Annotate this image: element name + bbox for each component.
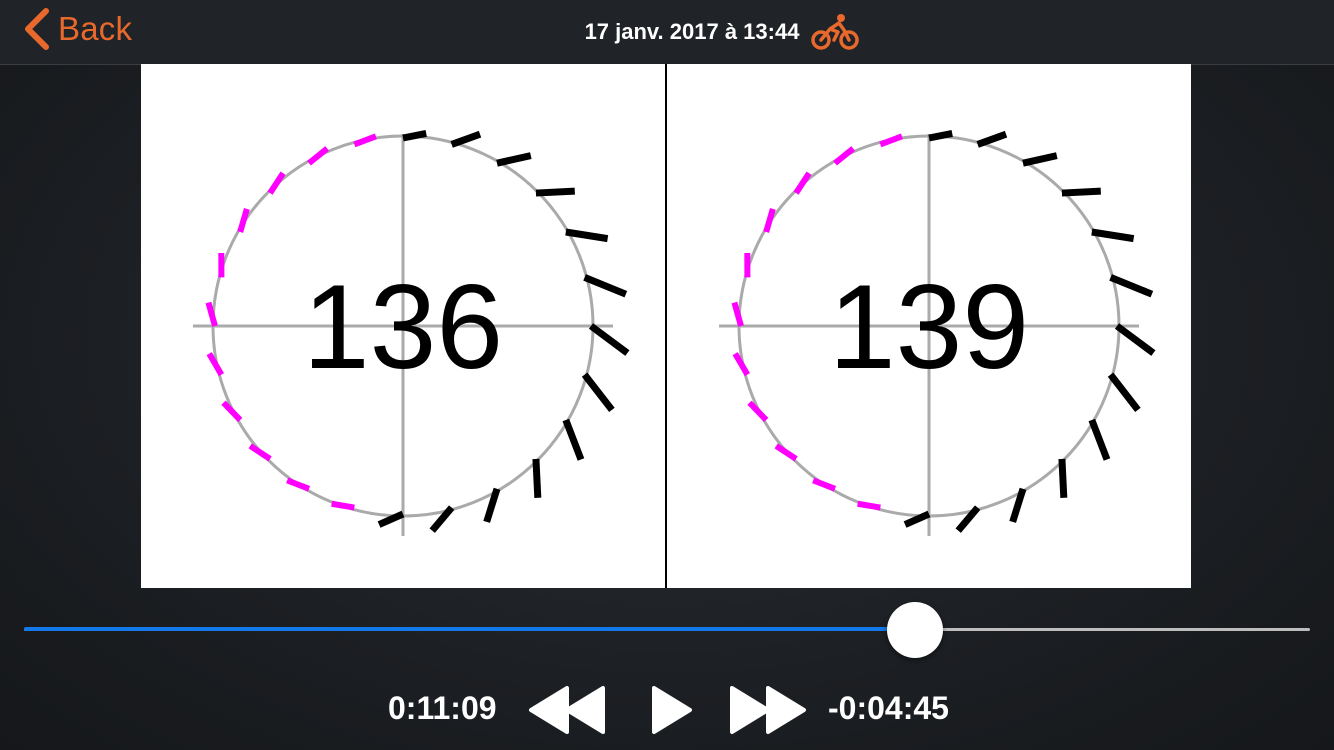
pedal-force-mark: [496, 152, 532, 167]
pedal-force-mark: [532, 458, 542, 498]
pedal-force-mark: [763, 208, 776, 233]
pedal-force-mark: [793, 171, 812, 195]
pedal-force-mark: [353, 133, 377, 148]
pedal-force-mark: [450, 130, 482, 148]
bicycle-icon: [811, 14, 860, 50]
pedal-force-mark: [1009, 487, 1027, 523]
pedal-force-mark: [535, 187, 575, 197]
pedal-force-mark: [1058, 458, 1068, 498]
rewind-button[interactable]: [527, 684, 607, 736]
play-icon: [652, 686, 692, 734]
remaining-time: -0:04:45: [828, 690, 949, 726]
play-button[interactable]: [650, 684, 694, 736]
pedal-force-mark: [774, 443, 798, 462]
cadence-value-left: 136: [302, 260, 504, 394]
pedal-force-mark: [976, 130, 1008, 148]
pedal-force-mark: [928, 129, 953, 142]
scrubber-progress: [24, 627, 916, 631]
rewind-icon: [529, 686, 605, 734]
pedal-force-mark: [879, 133, 903, 148]
cadence-value-right: 139: [828, 260, 1030, 394]
pedal-force-mark: [483, 487, 501, 523]
playback-scrubber[interactable]: [24, 602, 1310, 658]
pedal-force-mark: [1022, 152, 1058, 167]
page-title: 17 janv. 2017 à 13:44: [584, 19, 800, 44]
pedal-force-mark: [286, 477, 311, 492]
pedal-force-mark: [402, 129, 427, 142]
pedal-force-mark: [237, 208, 250, 233]
elapsed-time: 0:11:09: [388, 690, 497, 726]
fast-forward-button[interactable]: [728, 684, 808, 736]
cadence-panel-right: 139: [667, 64, 1191, 588]
cadence-panel-left: 136: [141, 64, 665, 588]
navigation-bar: Back 17 janv. 2017 à 13:44: [0, 0, 1334, 65]
pedal-force-mark: [267, 171, 286, 195]
pedal-force-mark: [562, 418, 585, 461]
pedal-force-mark: [331, 500, 355, 511]
pedal-force-mark: [1088, 418, 1111, 461]
pedal-force-mark: [833, 146, 856, 166]
pedal-force-mark: [307, 146, 330, 166]
pedal-force-mark: [857, 500, 881, 511]
scrubber-thumb[interactable]: [887, 602, 944, 658]
fast-forward-icon: [730, 686, 806, 734]
pedal-force-mark: [812, 477, 837, 492]
pedal-force-mark: [1061, 187, 1101, 197]
pedal-force-mark: [248, 443, 272, 462]
playback-controls: 0:11:09 -0:04:45: [0, 680, 1334, 740]
